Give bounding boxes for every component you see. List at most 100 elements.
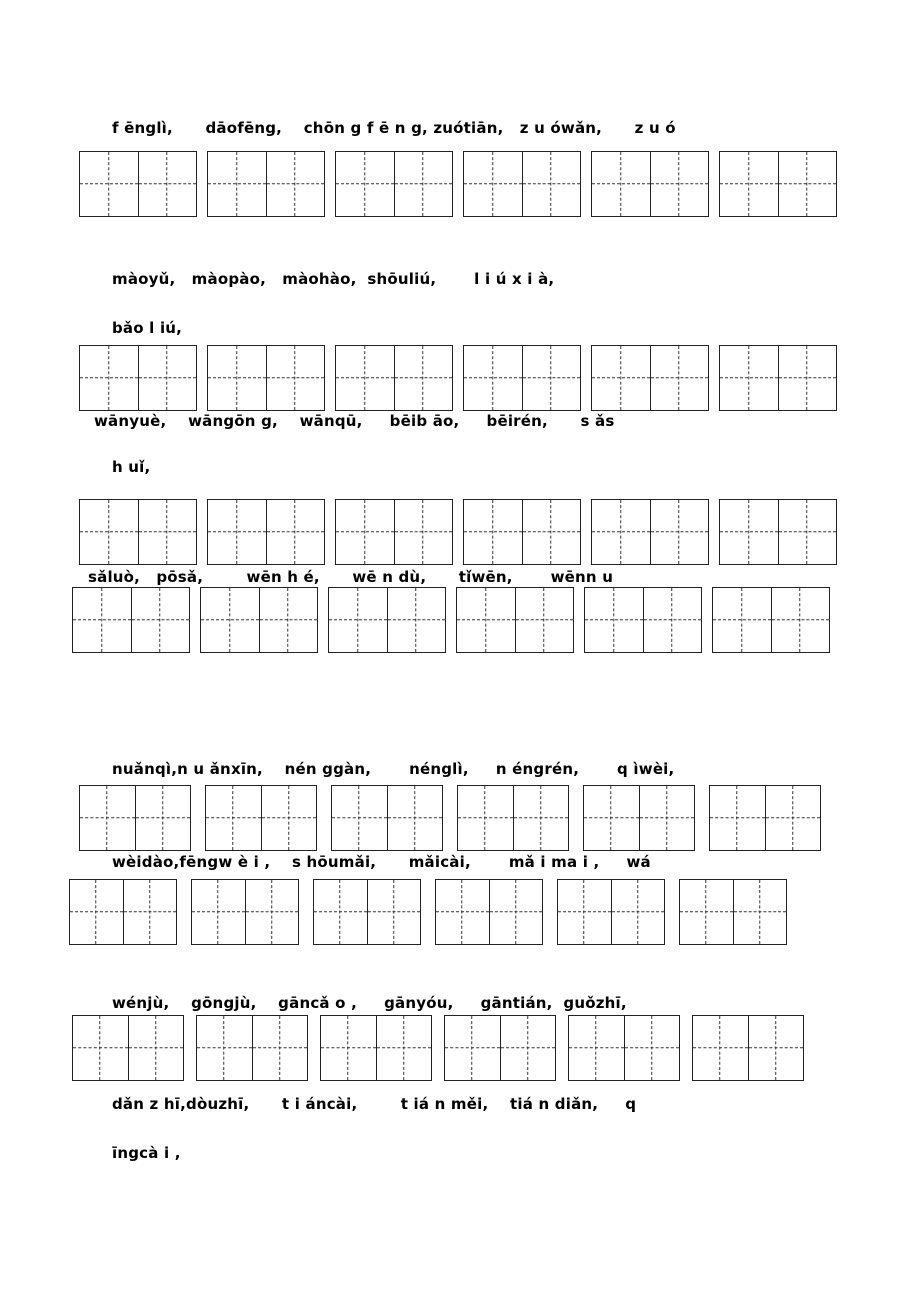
character-writing-box[interactable] [712, 587, 830, 653]
tian-zi-ge-cell[interactable] [457, 588, 515, 652]
tian-zi-ge-cell[interactable] [713, 588, 771, 652]
character-writing-box[interactable] [557, 879, 665, 945]
tian-zi-ge-cell[interactable] [592, 346, 650, 410]
character-writing-box[interactable] [196, 1015, 308, 1081]
character-writing-box[interactable] [72, 587, 190, 653]
character-writing-box[interactable] [320, 1015, 432, 1081]
tian-zi-ge-cell[interactable] [130, 588, 190, 652]
character-writing-box[interactable] [335, 499, 453, 565]
character-writing-box[interactable] [72, 1015, 184, 1081]
character-writing-box[interactable] [207, 151, 325, 217]
character-writing-box[interactable] [591, 499, 709, 565]
tian-zi-ge-cell[interactable] [332, 786, 387, 850]
character-writing-box[interactable] [456, 587, 574, 653]
tian-zi-ge-cell[interactable] [260, 786, 317, 850]
tian-zi-ge-cell[interactable] [73, 1016, 128, 1080]
tian-zi-ge-cell[interactable] [521, 500, 581, 564]
tian-zi-ge-cell[interactable] [393, 500, 453, 564]
tian-zi-ge-cell[interactable] [649, 500, 709, 564]
tian-zi-ge-cell[interactable] [366, 880, 421, 944]
tian-zi-ge-cell[interactable] [720, 346, 778, 410]
character-writing-box[interactable] [463, 345, 581, 411]
tian-zi-ge-cell[interactable] [464, 152, 522, 216]
tian-zi-ge-cell[interactable] [386, 588, 446, 652]
character-writing-box[interactable] [328, 587, 446, 653]
tian-zi-ge-cell[interactable] [336, 346, 394, 410]
tian-zi-ge-cell[interactable] [649, 152, 709, 216]
tian-zi-ge-cell[interactable] [610, 880, 665, 944]
character-writing-box[interactable] [331, 785, 443, 851]
character-writing-box[interactable] [207, 499, 325, 565]
tian-zi-ge-cell[interactable] [258, 588, 318, 652]
tian-zi-ge-cell[interactable] [208, 346, 266, 410]
tian-zi-ge-cell[interactable] [584, 786, 639, 850]
character-writing-box[interactable] [200, 587, 318, 653]
tian-zi-ge-cell[interactable] [244, 880, 299, 944]
character-writing-box[interactable] [583, 785, 695, 851]
character-writing-box[interactable] [679, 879, 787, 945]
character-writing-box[interactable] [79, 345, 197, 411]
tian-zi-ge-cell[interactable] [137, 500, 197, 564]
character-writing-box[interactable] [719, 499, 837, 565]
tian-zi-ge-cell[interactable] [464, 500, 522, 564]
tian-zi-ge-cell[interactable] [680, 880, 733, 944]
character-writing-box[interactable] [205, 785, 317, 851]
tian-zi-ge-cell[interactable] [386, 786, 443, 850]
tian-zi-ge-cell[interactable] [777, 152, 837, 216]
tian-zi-ge-cell[interactable] [329, 588, 387, 652]
character-writing-box[interactable] [591, 345, 709, 411]
tian-zi-ge-cell[interactable] [122, 880, 177, 944]
tian-zi-ge-cell[interactable] [201, 588, 259, 652]
tian-zi-ge-cell[interactable] [464, 346, 522, 410]
tian-zi-ge-cell[interactable] [710, 786, 765, 850]
tian-zi-ge-cell[interactable] [265, 500, 325, 564]
tian-zi-ge-cell[interactable] [336, 500, 394, 564]
tian-zi-ge-cell[interactable] [314, 880, 367, 944]
tian-zi-ge-cell[interactable] [512, 786, 569, 850]
tian-zi-ge-cell[interactable] [445, 1016, 500, 1080]
tian-zi-ge-cell[interactable] [747, 1016, 804, 1080]
tian-zi-ge-cell[interactable] [642, 588, 702, 652]
tian-zi-ge-cell[interactable] [80, 152, 138, 216]
tian-zi-ge-cell[interactable] [777, 500, 837, 564]
character-writing-box[interactable] [457, 785, 569, 851]
tian-zi-ge-cell[interactable] [208, 500, 266, 564]
tian-zi-ge-cell[interactable] [521, 346, 581, 410]
character-writing-box[interactable] [191, 879, 299, 945]
tian-zi-ge-cell[interactable] [436, 880, 489, 944]
tian-zi-ge-cell[interactable] [393, 152, 453, 216]
tian-zi-ge-cell[interactable] [197, 1016, 252, 1080]
tian-zi-ge-cell[interactable] [336, 152, 394, 216]
tian-zi-ge-cell[interactable] [732, 880, 787, 944]
tian-zi-ge-cell[interactable] [206, 786, 261, 850]
tian-zi-ge-cell[interactable] [127, 1016, 184, 1080]
character-writing-box[interactable] [79, 151, 197, 217]
character-writing-box[interactable] [207, 345, 325, 411]
tian-zi-ge-cell[interactable] [514, 588, 574, 652]
tian-zi-ge-cell[interactable] [265, 152, 325, 216]
tian-zi-ge-cell[interactable] [192, 880, 245, 944]
character-writing-box[interactable] [313, 879, 421, 945]
tian-zi-ge-cell[interactable] [770, 588, 830, 652]
character-writing-box[interactable] [435, 879, 543, 945]
character-writing-box[interactable] [335, 151, 453, 217]
tian-zi-ge-cell[interactable] [521, 152, 581, 216]
character-writing-box[interactable] [463, 499, 581, 565]
tian-zi-ge-cell[interactable] [458, 786, 513, 850]
character-writing-box[interactable] [584, 587, 702, 653]
tian-zi-ge-cell[interactable] [375, 1016, 432, 1080]
character-writing-box[interactable] [568, 1015, 680, 1081]
character-writing-box[interactable] [79, 499, 197, 565]
character-writing-box[interactable] [69, 879, 177, 945]
tian-zi-ge-cell[interactable] [499, 1016, 556, 1080]
tian-zi-ge-cell[interactable] [251, 1016, 308, 1080]
character-writing-box[interactable] [79, 785, 191, 851]
tian-zi-ge-cell[interactable] [764, 786, 821, 850]
character-writing-box[interactable] [335, 345, 453, 411]
tian-zi-ge-cell[interactable] [70, 880, 123, 944]
character-writing-box[interactable] [709, 785, 821, 851]
tian-zi-ge-cell[interactable] [720, 152, 778, 216]
tian-zi-ge-cell[interactable] [265, 346, 325, 410]
tian-zi-ge-cell[interactable] [80, 500, 138, 564]
tian-zi-ge-cell[interactable] [137, 346, 197, 410]
